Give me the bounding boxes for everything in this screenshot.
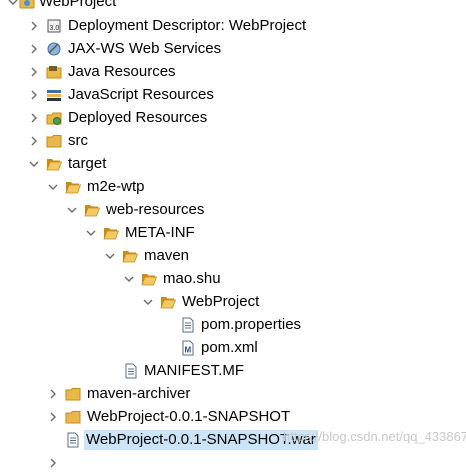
tree-item-label: WebProject-0.0.1-SNAPSHOT — [87, 408, 291, 425]
tree-item-label: WebProject-0.0.1-SNAPSHOT.war — [84, 430, 318, 450]
tree-item-label: mao.shu — [163, 270, 221, 287]
tree-item-label: WebProject — [182, 293, 260, 310]
chevron-right-icon[interactable] — [28, 66, 40, 78]
tree-item-webproject-war[interactable]: WebProject-0.0.1-SNAPSHOT.war — [0, 429, 466, 451]
tree-item-label: META-INF — [125, 224, 195, 241]
folder-open-icon — [141, 271, 157, 287]
war-file-icon — [65, 432, 81, 448]
tree-item-webproject-folder[interactable]: WebProject — [0, 291, 466, 313]
deployed-resources-icon — [46, 110, 62, 126]
tree-item-label: web-resources — [106, 201, 205, 218]
text-file-icon — [180, 317, 196, 333]
folder-open-icon — [65, 179, 81, 195]
chevron-right-icon[interactable] — [28, 112, 40, 124]
chevron-right-icon[interactable] — [28, 43, 40, 55]
tree-item-label: MANIFEST.MF — [144, 362, 244, 379]
tree-item-maven[interactable]: maven — [0, 245, 466, 267]
folder-open-icon — [160, 294, 176, 310]
folder-open-icon — [122, 248, 138, 264]
chevron-right-icon[interactable] — [47, 388, 59, 400]
tree-item-webproject-snapshot[interactable]: WebProject-0.0.1-SNAPSHOT — [0, 406, 466, 428]
chevron-right-icon[interactable] — [47, 411, 59, 423]
chevron-down-icon[interactable] — [7, 0, 19, 8]
javascript-resources-icon — [46, 87, 62, 103]
folder-icon — [46, 133, 62, 149]
tree-item-target[interactable]: target — [0, 153, 466, 175]
chevron-down-icon[interactable] — [104, 250, 116, 262]
svg-text:M: M — [185, 346, 192, 355]
tree-item-mao-shu[interactable]: mao.shu — [0, 268, 466, 290]
chevron-right-icon[interactable] — [28, 89, 40, 101]
chevron-down-icon[interactable] — [28, 158, 40, 170]
tree-item-label: JavaScript Resources — [68, 86, 214, 103]
tree-item-label: maven — [144, 247, 190, 264]
tree-item-jax-ws[interactable]: JAX-WS Web Services — [0, 38, 466, 60]
tree-item-javascript-resources[interactable]: JavaScript Resources — [0, 84, 466, 106]
chevron-down-icon[interactable] — [142, 296, 154, 308]
tree-item-label: pom.xml — [201, 339, 258, 356]
tree-item-label: src — [68, 132, 88, 149]
chevron-right-icon[interactable] — [28, 135, 40, 147]
tree-item-meta-inf[interactable]: META-INF — [0, 222, 466, 244]
web-project-icon — [19, 0, 35, 10]
deployment-descriptor-icon: 3.0 — [46, 18, 62, 34]
tree-item-label: pom.properties — [201, 316, 302, 333]
tree-item-label: JAX-WS Web Services — [68, 40, 222, 57]
tree-item-web-resources[interactable]: web-resources — [0, 199, 466, 221]
tree-item-deployed-resources[interactable]: Deployed Resources — [0, 107, 466, 129]
svg-text:3.0: 3.0 — [50, 25, 60, 32]
maven-pom-file-icon: M — [180, 340, 196, 356]
tree-item-java-resources[interactable]: Java Resources — [0, 61, 466, 83]
tree-item-label: maven-archiver — [87, 385, 191, 402]
tree-item-label: Deployed Resources — [68, 109, 208, 126]
java-resources-icon — [46, 64, 62, 80]
tree-item-label: m2e-wtp — [87, 178, 145, 195]
tree-item-label: Deployment Descriptor: WebProject — [68, 17, 307, 34]
tree-item-label: WebProject — [39, 0, 117, 10]
folder-icon — [65, 409, 81, 425]
tree-item-pom-xml[interactable]: M pom.xml — [0, 337, 466, 359]
chevron-down-icon[interactable] — [85, 227, 97, 239]
tree-item-maven-archiver[interactable]: maven-archiver — [0, 383, 466, 405]
chevron-down-icon[interactable] — [123, 273, 135, 285]
text-file-icon — [123, 363, 139, 379]
folder-open-icon — [84, 202, 100, 218]
tree-item-manifest[interactable]: MANIFEST.MF — [0, 360, 466, 382]
tree-item-pom-properties[interactable]: pom.properties — [0, 314, 466, 336]
folder-open-icon — [103, 225, 119, 241]
chevron-right-icon[interactable] — [47, 457, 59, 469]
tree-item-label: Java Resources — [68, 63, 176, 80]
tree-item-label: target — [68, 155, 107, 172]
tree-root-project[interactable]: WebProject — [0, 0, 466, 13]
folder-open-icon — [46, 156, 62, 172]
tree-item-partial[interactable] — [0, 452, 466, 474]
chevron-down-icon[interactable] — [66, 204, 78, 216]
tree-item-deployment-descriptor[interactable]: 3.0 Deployment Descriptor: WebProject — [0, 15, 466, 37]
chevron-right-icon[interactable] — [28, 20, 40, 32]
tree-item-m2e-wtp[interactable]: m2e-wtp — [0, 176, 466, 198]
tree-item-src[interactable]: src — [0, 130, 466, 152]
folder-icon — [65, 386, 81, 402]
chevron-down-icon[interactable] — [47, 181, 59, 193]
web-services-icon — [46, 41, 62, 57]
